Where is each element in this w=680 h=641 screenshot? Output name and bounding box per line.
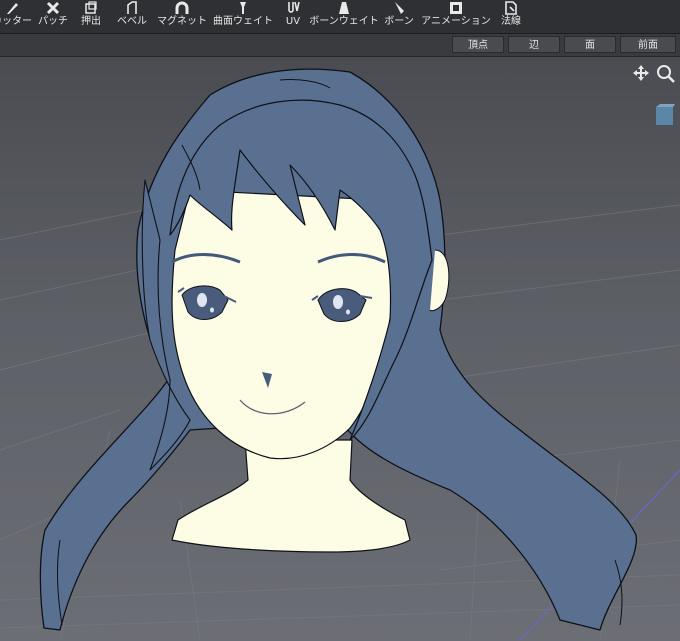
tool-bone-weight[interactable]: ボーンウェイト — [309, 0, 379, 33]
edge-mode-button[interactable]: 辺 — [508, 36, 560, 53]
tool-label: アニメーション — [421, 16, 491, 27]
surface-weight-icon — [234, 1, 252, 15]
extrude-icon — [82, 1, 100, 15]
tool-label: ボーンウェイト — [309, 16, 379, 27]
magnet-icon — [173, 1, 191, 15]
face-mode-button[interactable]: 面 — [564, 36, 616, 53]
tool-bevel[interactable]: ベベル — [114, 0, 150, 33]
animation-icon — [447, 1, 465, 15]
zoom-icon[interactable] — [656, 64, 676, 88]
tool-surface-weight[interactable]: 曲面ウェイト — [213, 0, 273, 33]
tool-label: UV — [285, 16, 301, 27]
tool-label: ボーン — [384, 16, 414, 27]
tool-magnet[interactable]: マグネット — [157, 0, 207, 33]
vertex-mode-button[interactable]: 頂点 — [452, 36, 504, 53]
tool-patch[interactable]: パッチ — [36, 0, 70, 33]
bone-icon — [390, 1, 408, 15]
scene-render — [0, 57, 680, 641]
tool-label: マグネット — [157, 16, 207, 27]
uv-icon — [284, 1, 302, 15]
view-cube[interactable] — [655, 104, 675, 126]
tool-bone[interactable]: ボーン — [382, 0, 416, 33]
toolbar: カッター パッチ 押出 ベベル マグネット 曲面ウェイト UV ボーンウェイト … — [0, 0, 680, 34]
tool-label: ベベル — [117, 16, 147, 27]
tool-uv[interactable]: UV — [280, 0, 306, 33]
tool-normal[interactable]: 法線 — [496, 0, 526, 33]
bevel-icon — [123, 1, 141, 15]
selection-mode-bar: 頂点 辺 面 前面 — [0, 34, 680, 57]
tool-extrude[interactable]: 押出 — [74, 0, 108, 33]
tool-label: 曲面ウェイト — [213, 16, 273, 27]
front-face-button[interactable]: 前面 — [620, 36, 676, 53]
tool-label: 法線 — [501, 16, 521, 27]
tool-label: カッター — [0, 16, 32, 27]
patch-icon — [44, 1, 62, 15]
tool-animation[interactable]: アニメーション — [421, 0, 491, 33]
3d-viewport[interactable] — [0, 57, 680, 641]
cutter-icon — [3, 1, 21, 15]
bone-weight-icon — [335, 1, 353, 15]
tool-label: パッチ — [38, 16, 68, 27]
normal-icon — [502, 1, 520, 15]
tool-cutter[interactable]: カッター — [0, 0, 32, 33]
tool-label: 押出 — [81, 16, 101, 27]
move-icon[interactable] — [632, 64, 650, 86]
